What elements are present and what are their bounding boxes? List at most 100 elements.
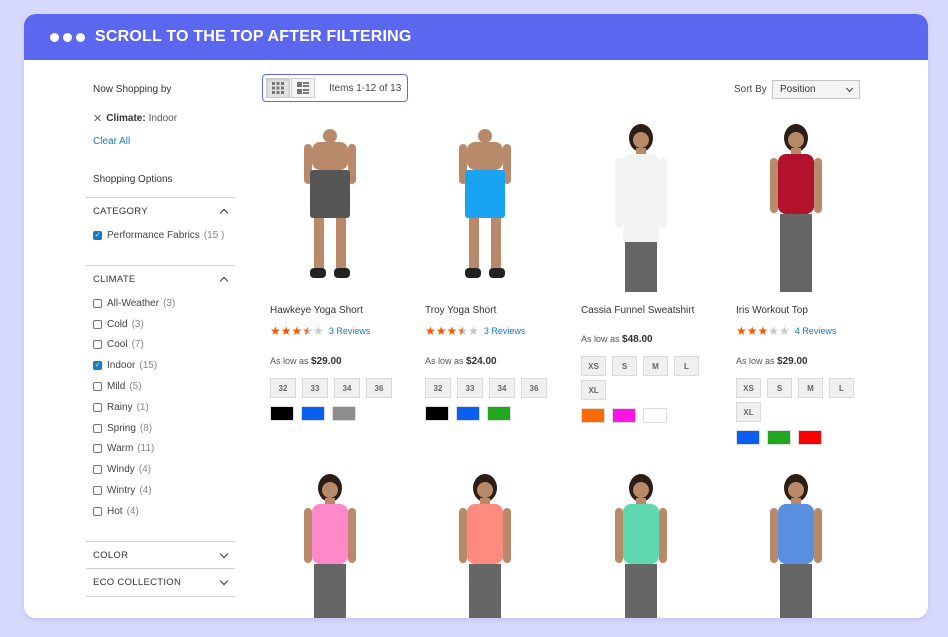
product-image[interactable] bbox=[581, 472, 701, 618]
checkbox[interactable] bbox=[93, 402, 102, 412]
size-option[interactable]: XS bbox=[581, 356, 606, 376]
climate-option[interactable]: Windy (4) bbox=[86, 459, 235, 480]
climate-option[interactable]: Hot (4) bbox=[86, 501, 235, 522]
color-swatch[interactable] bbox=[487, 406, 511, 421]
size-option[interactable]: S bbox=[767, 378, 792, 398]
reviews-link[interactable]: 3 Reviews bbox=[484, 326, 526, 336]
size-option[interactable]: L bbox=[674, 356, 699, 376]
size-option[interactable]: 34 bbox=[489, 378, 515, 398]
chevron-down-icon bbox=[219, 576, 229, 586]
size-option[interactable]: M bbox=[798, 378, 823, 398]
climate-option[interactable]: Mild (5) bbox=[86, 376, 235, 397]
size-option[interactable]: M bbox=[643, 356, 668, 376]
climate-option-label: Rainy bbox=[107, 401, 133, 413]
product-name[interactable]: Troy Yoga Short bbox=[425, 305, 496, 316]
checkbox[interactable] bbox=[93, 298, 102, 308]
product-name[interactable]: Hawkeye Yoga Short bbox=[270, 305, 363, 316]
color-swatch[interactable] bbox=[332, 406, 356, 421]
category-option-label: Performance Fabrics bbox=[107, 229, 200, 241]
now-shopping-title: Now Shopping by bbox=[93, 84, 172, 95]
checkbox[interactable]: ✓ bbox=[93, 230, 102, 240]
price-value: $29.00 bbox=[311, 356, 342, 367]
climate-option-label: Hot bbox=[107, 505, 123, 517]
color-swatch[interactable] bbox=[767, 430, 791, 445]
size-option[interactable]: 32 bbox=[425, 378, 451, 398]
eco-collection-header[interactable]: ECO COLLECTION bbox=[86, 569, 235, 596]
checkbox[interactable] bbox=[93, 465, 102, 475]
checkbox[interactable]: ✓ bbox=[93, 361, 102, 371]
category-option[interactable]: ✓ Performance Fabrics (15 ) bbox=[86, 225, 235, 246]
color-swatch[interactable] bbox=[581, 408, 605, 423]
checkbox[interactable] bbox=[93, 486, 102, 496]
color-swatch[interactable] bbox=[643, 408, 667, 423]
remove-filter-icon[interactable]: ✕ bbox=[93, 112, 102, 125]
product-image[interactable] bbox=[270, 122, 390, 292]
size-option[interactable]: XL bbox=[581, 380, 606, 400]
size-option[interactable]: 36 bbox=[366, 378, 392, 398]
color-swatch[interactable] bbox=[425, 406, 449, 421]
size-option[interactable]: L bbox=[829, 378, 854, 398]
checkbox[interactable] bbox=[93, 319, 102, 329]
sort-select[interactable]: Position bbox=[772, 80, 860, 99]
climate-option[interactable]: Cold (3) bbox=[86, 314, 235, 335]
product-name[interactable]: Cassia Funnel Sweatshirt bbox=[581, 305, 694, 316]
size-option[interactable]: 33 bbox=[302, 378, 328, 398]
size-option[interactable]: XL bbox=[736, 402, 761, 422]
size-options: XS S M L XL bbox=[736, 378, 876, 426]
color-swatch[interactable] bbox=[301, 406, 325, 421]
product-image[interactable] bbox=[736, 472, 856, 618]
size-option[interactable]: 32 bbox=[270, 378, 296, 398]
clear-all-link[interactable]: Clear All bbox=[93, 136, 130, 147]
checkbox[interactable] bbox=[93, 423, 102, 433]
list-view-button[interactable] bbox=[291, 78, 315, 98]
climate-option[interactable]: Rainy (1) bbox=[86, 397, 235, 418]
product-name[interactable]: Iris Workout Top bbox=[736, 305, 808, 316]
size-option[interactable]: XS bbox=[736, 378, 761, 398]
checkbox[interactable] bbox=[93, 340, 102, 350]
color-swatch[interactable] bbox=[456, 406, 480, 421]
product-card[interactable] bbox=[736, 472, 876, 618]
size-option[interactable]: 34 bbox=[334, 378, 360, 398]
color-swatch[interactable] bbox=[612, 408, 636, 423]
product-image[interactable] bbox=[270, 472, 390, 618]
size-option[interactable]: 36 bbox=[521, 378, 547, 398]
product-card[interactable]: Iris Workout Top ★★★★★ 4 Reviews As low … bbox=[736, 122, 876, 445]
climate-option[interactable]: All-Weather (3) bbox=[86, 293, 235, 314]
product-card[interactable] bbox=[425, 472, 565, 618]
product-card[interactable]: Hawkeye Yoga Short ★★★★★ 3 Reviews As lo… bbox=[270, 122, 410, 421]
reviews-link[interactable]: 4 Reviews bbox=[795, 326, 837, 336]
color-swatch[interactable] bbox=[798, 430, 822, 445]
banner-title: SCROLL TO THE TOP AFTER FILTERING bbox=[95, 28, 412, 45]
grid-view-button[interactable] bbox=[266, 78, 290, 98]
product-card[interactable]: Cassia Funnel Sweatshirt As low as $48.0… bbox=[581, 122, 721, 423]
climate-option[interactable]: Wintry (4) bbox=[86, 480, 235, 501]
product-image[interactable] bbox=[736, 122, 856, 292]
size-option[interactable]: S bbox=[612, 356, 637, 376]
color-header[interactable]: COLOR bbox=[86, 542, 235, 569]
product-card[interactable]: Troy Yoga Short ★★★★★ 3 Reviews As low a… bbox=[425, 122, 565, 421]
product-image[interactable] bbox=[425, 122, 545, 292]
climate-header[interactable]: CLIMATE bbox=[86, 266, 235, 293]
category-header[interactable]: CATEGORY bbox=[86, 198, 235, 225]
rating: ★★★★★ 3 Reviews bbox=[270, 324, 370, 338]
dots-icon bbox=[50, 32, 85, 42]
active-filter-value: Indoor bbox=[148, 113, 178, 124]
checkbox[interactable] bbox=[93, 506, 102, 516]
product-card[interactable] bbox=[270, 472, 410, 618]
climate-option[interactable]: Warm (11) bbox=[86, 439, 235, 460]
climate-option[interactable]: Cool (7) bbox=[86, 335, 235, 356]
size-option[interactable]: 33 bbox=[457, 378, 483, 398]
product-image[interactable] bbox=[581, 122, 701, 292]
product-image[interactable] bbox=[425, 472, 545, 618]
reviews-link[interactable]: 3 Reviews bbox=[329, 326, 371, 336]
climate-option[interactable]: Spring (8) bbox=[86, 418, 235, 439]
checkbox[interactable] bbox=[93, 444, 102, 454]
climate-option[interactable]: ✓ Indoor (15) bbox=[86, 355, 235, 376]
color-swatch[interactable] bbox=[270, 406, 294, 421]
items-count: Items 1-12 of 13 bbox=[329, 82, 402, 94]
product-card[interactable] bbox=[581, 472, 721, 618]
color-swatch[interactable] bbox=[736, 430, 760, 445]
climate-option-label: Cool bbox=[107, 339, 128, 351]
eco-collection-title: ECO COLLECTION bbox=[93, 577, 182, 588]
checkbox[interactable] bbox=[93, 382, 102, 392]
